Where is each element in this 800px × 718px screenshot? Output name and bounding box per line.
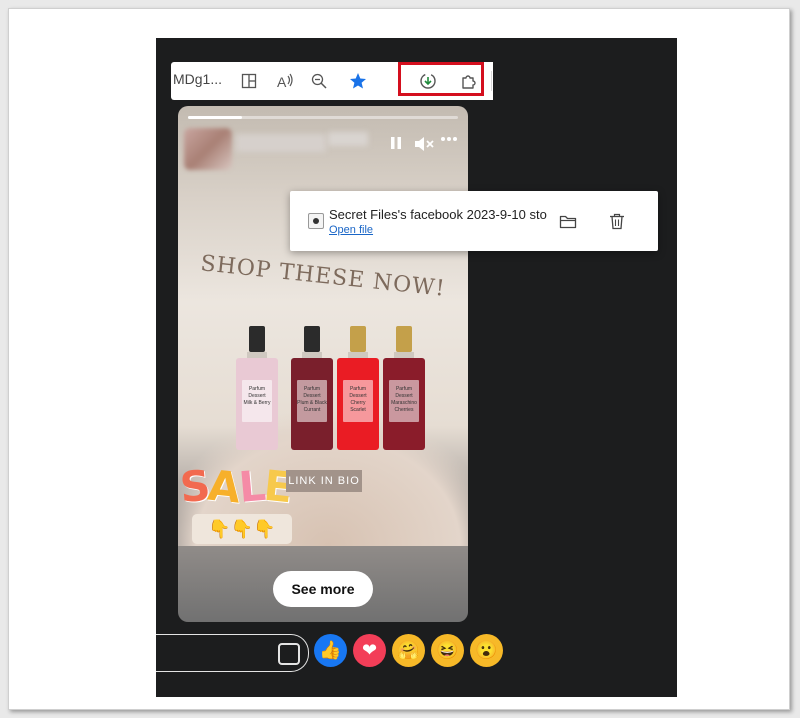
bottle-label: Parfum Dessert Maraschino Cherries (389, 380, 419, 422)
toolbar-divider (491, 71, 492, 91)
bottle-brand: Parfum Dessert (349, 386, 367, 399)
browser-viewport: MDg1... A SHOP THESE NOW! Parfum Dessert… (156, 38, 677, 697)
bottle-body: Parfum Dessert Plum & Black Currant (291, 358, 333, 450)
more-options-icon[interactable] (440, 136, 458, 142)
bottle-name: Maraschino Cherries (391, 400, 417, 413)
sticker-icon[interactable] (278, 643, 300, 665)
perfume-bottle: Parfum Dessert Plum & Black Currant (291, 326, 333, 450)
reaction-wow-button[interactable]: 😮 (470, 634, 503, 667)
svg-text:A: A (277, 74, 287, 89)
sale-sticker: SALE (178, 460, 293, 513)
story-progress-bar (188, 116, 458, 119)
downloads-popup: Secret Files's facebook 2023-9-10 story … (290, 191, 658, 251)
download-filename[interactable]: Secret Files's facebook 2023-9-10 story (329, 207, 547, 222)
perfume-bottle: Parfum Dessert Cherry Scarlet (337, 326, 379, 450)
bottle-cap (396, 326, 412, 352)
browser-toolbar: MDg1... A (171, 62, 493, 100)
bottle-body: Parfum Dessert Milk & Berry (236, 358, 278, 450)
folder-icon[interactable] (556, 209, 580, 233)
file-icon (308, 213, 324, 229)
perfume-bottle: Parfum Dessert Maraschino Cherries (383, 326, 425, 450)
bottle-brand: Parfum Dessert (248, 386, 266, 399)
bottle-cap (350, 326, 366, 352)
delete-icon[interactable] (605, 209, 629, 233)
reply-input[interactable] (156, 634, 309, 672)
reaction-care-button[interactable]: 🤗 (392, 634, 425, 667)
bottle-label: Parfum Dessert Cherry Scarlet (343, 380, 373, 422)
favorites-star-icon[interactable] (346, 69, 370, 93)
blurred-avatar[interactable] (184, 128, 232, 170)
bottle-name: Cherry Scarlet (350, 400, 366, 413)
bottle-body: Parfum Dessert Maraschino Cherries (383, 358, 425, 450)
zoom-out-icon[interactable] (307, 69, 331, 93)
reaction-haha-button[interactable]: 😆 (431, 634, 464, 667)
blurred-profile-name[interactable] (236, 134, 326, 152)
bottle-cap (304, 326, 320, 352)
bottle-cap (249, 326, 265, 352)
screenshot-frame: MDg1... A SHOP THESE NOW! Parfum Dessert… (8, 8, 790, 710)
mute-icon[interactable] (414, 136, 434, 152)
see-more-button[interactable]: See more (273, 571, 373, 607)
bottle-brand: Parfum Dessert (303, 386, 321, 399)
address-bar-url[interactable]: MDg1... (173, 71, 222, 87)
bottle-name: Plum & Black Currant (297, 400, 327, 413)
story-headline: SHOP THESE NOW! (199, 251, 447, 302)
blurred-timestamp (328, 132, 368, 146)
bottle-brand: Parfum Dessert (395, 386, 413, 399)
reaction-love-button[interactable]: ❤ (353, 634, 386, 667)
bottle-label: Parfum Dessert Milk & Berry (242, 380, 272, 422)
open-file-link[interactable]: Open file (329, 224, 373, 236)
bottle-body: Parfum Dessert Cherry Scarlet (337, 358, 379, 450)
bottle-label: Parfum Dessert Plum & Black Currant (297, 380, 327, 422)
reaction-like-button[interactable]: 👍 (314, 634, 347, 667)
sale-letter: A (205, 460, 242, 513)
bottle-name: Milk & Berry (243, 400, 271, 406)
pointing-down-emojis: 👇👇👇 (192, 514, 292, 544)
read-aloud-icon[interactable]: A (273, 69, 297, 93)
facebook-story[interactable]: SHOP THESE NOW! Parfum Dessert Milk & Ber… (178, 106, 468, 622)
link-in-bio-sticker: LINK IN BIO (286, 470, 362, 492)
story-progress-fill (188, 116, 242, 119)
pause-icon[interactable] (390, 136, 402, 150)
highlight-box (398, 62, 484, 96)
split-screen-icon[interactable] (237, 69, 261, 93)
perfume-bottle: Parfum Dessert Milk & Berry (236, 326, 278, 450)
